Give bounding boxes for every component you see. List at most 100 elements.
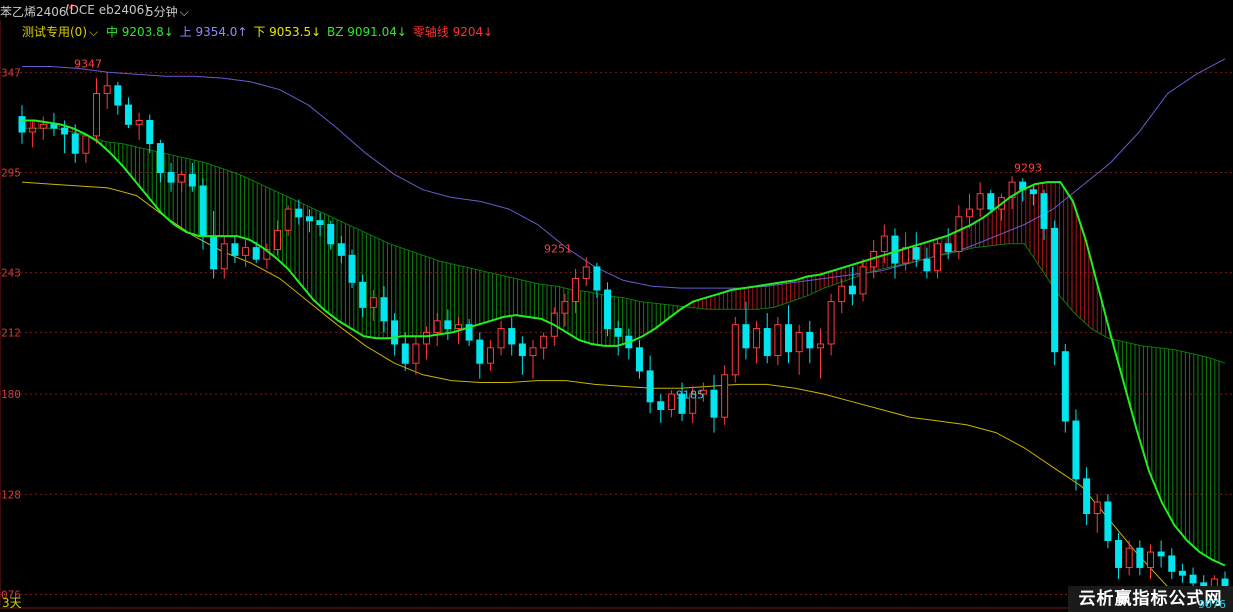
candle-body [252,247,260,260]
candle-body [838,285,846,303]
candle-body [284,208,292,231]
candle-body [39,123,47,129]
candle-body [859,266,867,295]
price-annotation: 9185 [676,388,704,401]
candle-body [486,347,494,364]
candle-body [497,328,505,349]
candle-body [965,208,973,218]
candle-body [721,374,729,418]
candle-body [1093,501,1101,515]
candle-body [604,289,612,330]
candle-body [710,389,718,418]
candle-body [316,220,324,226]
candle-body [210,235,218,270]
candle-body [1083,478,1091,515]
indicator-legend: 测试专用(0) ⌵ 中 9203.8↓ 上 9354.0↑ 下 9053.5↓ B… [22,23,495,40]
candle-body [646,370,654,403]
candle-body [1178,570,1186,576]
candle-body [337,243,345,256]
chevron-down-icon[interactable]: ⌵ [89,25,98,39]
candle-body [146,119,154,145]
candle-body [635,347,643,372]
candle-body [423,331,431,345]
candle-body [1189,574,1197,584]
candle-body [923,258,931,272]
y-tick-label: 180 [1,388,21,401]
candle-body [391,320,399,345]
candle-body [806,331,814,349]
candle-body [305,216,313,222]
y-tick-label: 243 [1,267,21,280]
candle-body [476,339,484,364]
candle-body [295,208,303,218]
candle-body [348,254,356,283]
candle-body [242,247,250,256]
legend-zero: 零轴线 9204↓ [412,25,494,39]
candle-body [742,324,750,349]
candle-body [274,229,282,251]
legend-bz: BZ 9091.04↓ [327,25,407,39]
period-label: 5分钟 [146,5,178,19]
candle-body [61,127,69,135]
candle-body [103,85,111,95]
candle-body [433,320,441,333]
instrument-name[interactable]: 苯乙烯2406M [0,3,73,20]
candle-body [231,243,239,256]
candle-body [731,324,739,376]
legend-down: 下 9053.5↓ [253,25,322,39]
kline-window: 3472952432121801280769347925191859293907… [0,0,1233,612]
candle-body [1029,189,1037,195]
y-tick-label: 347 [1,66,21,79]
candle-body [156,143,164,174]
candle-body [753,328,761,349]
candle-body [508,328,516,345]
y-tick-label: 128 [1,488,21,501]
candle-body [763,328,771,357]
chevron-down-icon[interactable]: ⌵ [180,5,189,19]
candle-body [1115,539,1123,568]
y-tick-label: 212 [1,326,21,339]
watermark-low-value: 9076 [1198,598,1226,611]
candle-body [82,135,90,154]
candle-body [71,133,79,154]
candle-body [774,324,782,357]
lower-band-line [21,181,1209,612]
candle-body [29,127,37,133]
instrument-code: (DCE eb2406) [65,3,149,17]
candle-body [1146,551,1154,568]
candle-body [1061,351,1069,422]
candle-body [848,285,856,295]
price-annotation: 9347 [74,57,102,70]
candle-body [199,185,207,237]
candle-body [529,347,537,357]
candle-body [1136,547,1144,568]
candle-body [135,119,143,125]
candle-body [987,193,995,210]
candle-body [93,93,101,137]
candle-body [327,224,335,245]
candle-body [1168,555,1176,572]
candle-body [50,123,58,129]
y-tick-label: 295 [1,167,21,180]
candle-body [582,266,590,279]
candle-body [934,243,942,272]
legend-mid: 中 9203.8↓ [105,25,174,39]
candle-body [359,281,367,308]
candle-body [124,104,132,125]
candle-body [220,243,228,270]
candle-body [1157,551,1165,557]
candle-body [657,401,665,410]
period-selector[interactable]: 5分钟 ⌵ [146,3,189,20]
candlestick-chart[interactable]: 3472952432121801280769347925191859293907… [0,0,1233,612]
legend-up: 上 9354.0↑ [179,25,248,39]
candle-body [18,116,26,133]
candle-body [891,235,899,264]
candle-body [1104,501,1112,541]
candle-body [795,331,803,353]
candle-body [1040,193,1048,229]
candle-body [380,297,388,322]
candle-body [1051,227,1059,353]
candle-body [785,324,793,353]
indicator-name[interactable]: 测试专用(0) ⌵ [22,25,100,39]
candle-body [167,172,175,183]
